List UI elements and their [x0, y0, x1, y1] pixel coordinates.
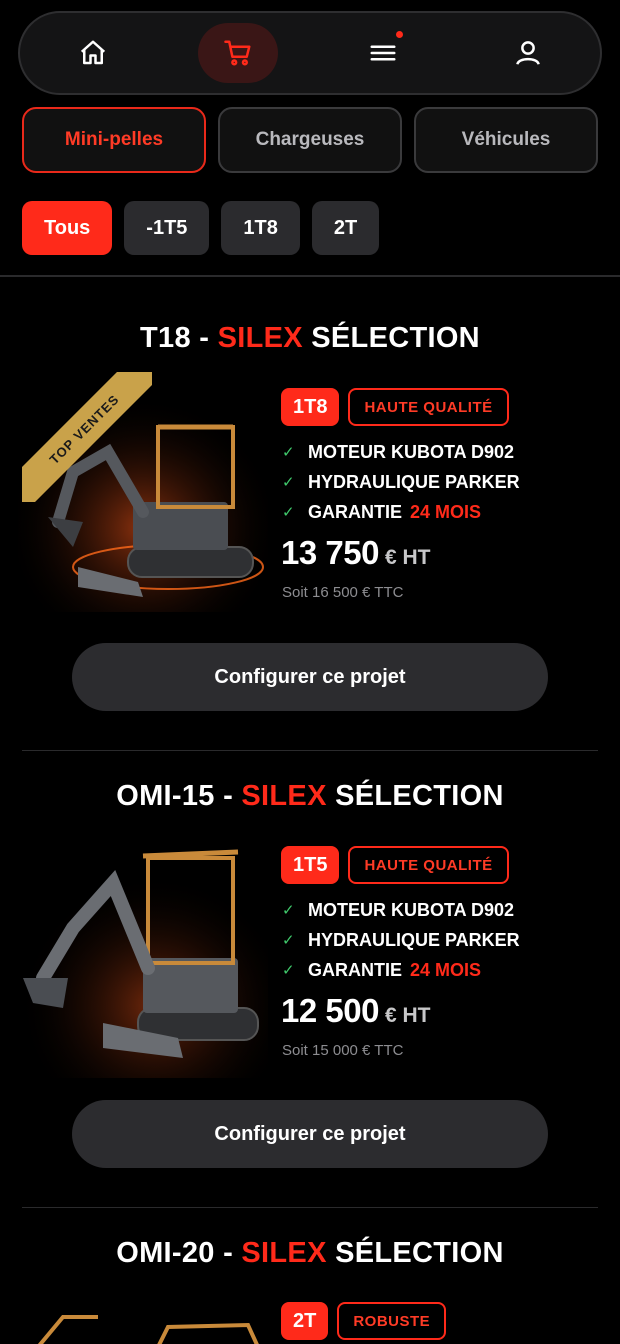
filter-chip-tous[interactable]: Tous: [22, 201, 113, 255]
feature-item: ✓ GARANTIE 24 MOIS: [282, 955, 520, 985]
feature-item: ✓ HYDRAULIQUE PARKER: [282, 467, 520, 497]
price: 12 500 € HT: [281, 992, 430, 1030]
product-badges: 1T8 HAUTE QUALITÉ: [281, 388, 509, 426]
nav-cart-button[interactable]: [197, 23, 278, 83]
product-divider: [22, 750, 598, 751]
quality-badge: HAUTE QUALITÉ: [348, 388, 509, 426]
feature-highlight: 24 MOIS: [410, 959, 482, 980]
product-badges: 2T ROBUSTE: [281, 1302, 447, 1340]
product-model: OMI-20 -: [116, 1237, 234, 1269]
nav-home-button[interactable]: [53, 23, 133, 83]
ribbon-container: TOP VENTES: [22, 372, 152, 502]
product-divider: [22, 1207, 598, 1208]
check-icon: ✓: [282, 444, 295, 461]
product-title: T18 - SILEX SÉLECTION: [0, 322, 620, 355]
configure-project-button[interactable]: Configurer ce projet: [72, 643, 548, 711]
product-tier: SÉLECTION: [335, 1237, 504, 1269]
feature-list: ✓ MOTEUR KUBOTA D902 ✓ HYDRAULIQUE PARKER …: [282, 895, 520, 985]
product-tier: SÉLECTION: [311, 322, 480, 354]
price-unit: € HT: [384, 546, 431, 569]
quality-badge: ROBUSTE: [337, 1302, 447, 1340]
tab-chargeuses[interactable]: Chargeuses: [218, 107, 402, 173]
tab-mini-pelles[interactable]: Mini-pelles: [22, 107, 206, 173]
product-model: OMI-15 -: [116, 780, 234, 812]
product-badges: 1T5 HAUTE QUALITÉ: [281, 846, 509, 884]
home-icon: [80, 40, 105, 65]
feature-text: HYDRAULIQUE PARKER: [308, 929, 520, 950]
feature-text: GARANTIE: [308, 501, 402, 522]
filter-chip-1t5[interactable]: -1T5: [124, 201, 210, 255]
section-divider: [0, 275, 620, 277]
notification-dot: [395, 31, 403, 38]
configure-project-button[interactable]: Configurer ce projet: [72, 1100, 548, 1168]
feature-item: ✓ MOTEUR KUBOTA D902: [282, 437, 520, 467]
category-tabs: Mini-pelles Chargeuses Véhicules: [22, 107, 598, 173]
feature-text: HYDRAULIQUE PARKER: [308, 471, 520, 492]
product-model: T18 -: [140, 322, 210, 354]
feature-text: MOTEUR KUBOTA D902: [308, 899, 515, 920]
price-unit: € HT: [384, 1004, 431, 1027]
check-icon: ✓: [282, 474, 295, 491]
cart-icon: [223, 40, 250, 66]
product-brand: SILEX: [217, 322, 303, 354]
feature-item: ✓ HYDRAULIQUE PARKER: [282, 925, 520, 955]
price: 13 750 € HT: [281, 534, 430, 572]
size-badge: 1T5: [281, 846, 340, 884]
size-badge: 1T8: [281, 388, 340, 426]
weight-filter-chips: Tous -1T5 1T8 2T: [22, 201, 380, 255]
feature-highlight: 24 MOIS: [410, 501, 482, 522]
product-title: OMI-20 - SILEX SÉLECTION: [0, 1237, 620, 1270]
product-brand: SILEX: [241, 1237, 327, 1269]
check-icon: ✓: [282, 962, 295, 979]
feature-text: GARANTIE: [308, 959, 402, 980]
product-brand: SILEX: [241, 780, 327, 812]
product-title: OMI-15 - SILEX SÉLECTION: [0, 780, 620, 813]
user-icon: [515, 41, 540, 65]
filter-chip-2t[interactable]: 2T: [311, 201, 380, 255]
quality-badge: HAUTE QUALITÉ: [348, 846, 509, 884]
nav-account-button[interactable]: [488, 23, 568, 83]
bottom-nav-bar: [18, 11, 602, 95]
filter-chip-1t8[interactable]: 1T8: [221, 201, 300, 255]
product-tier: SÉLECTION: [335, 780, 504, 812]
menu-icon: [370, 45, 395, 61]
price-value: 13 750: [281, 534, 379, 571]
price-ttc: Soit 16 500 € TTC: [282, 584, 404, 601]
check-icon: ✓: [282, 902, 295, 919]
price-value: 12 500: [281, 992, 379, 1029]
excavator-image[interactable]: [18, 838, 268, 1078]
excavator-image[interactable]: [18, 1297, 268, 1344]
check-icon: ✓: [282, 504, 295, 521]
top-ventes-ribbon: TOP VENTES: [22, 372, 152, 502]
size-badge: 2T: [281, 1302, 329, 1340]
nav-menu-button[interactable]: [343, 23, 423, 83]
check-icon: ✓: [282, 932, 295, 949]
feature-item: ✓ MOTEUR KUBOTA D902: [282, 895, 520, 925]
feature-text: MOTEUR KUBOTA D902: [308, 441, 515, 462]
tab-vehicules[interactable]: Véhicules: [414, 107, 598, 173]
feature-item: ✓ GARANTIE 24 MOIS: [282, 497, 520, 527]
feature-list: ✓ MOTEUR KUBOTA D902 ✓ HYDRAULIQUE PARKER …: [282, 437, 520, 527]
price-ttc: Soit 15 000 € TTC: [282, 1042, 404, 1059]
